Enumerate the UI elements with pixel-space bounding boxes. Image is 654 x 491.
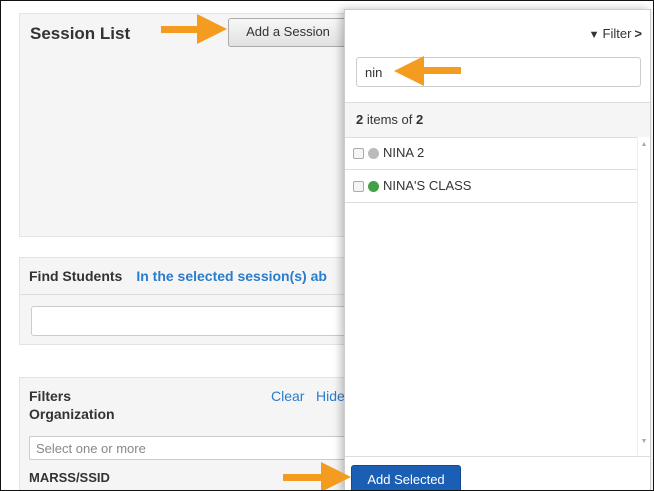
hide-filters-link[interactable]: Hide	[316, 388, 345, 404]
funnel-icon: ▼	[588, 29, 600, 41]
organization-select[interactable]: Select one or more	[29, 436, 347, 460]
list-item-label: NINA 2	[383, 145, 425, 160]
clear-filters-link[interactable]: Clear	[271, 388, 304, 404]
list-item[interactable]: NINA'S CLASS	[345, 170, 638, 203]
chevron-right-icon: >	[634, 26, 642, 41]
marss-ssid-label: MARSS/SSID	[29, 470, 110, 485]
list-item-label: NINA'S CLASS	[383, 178, 472, 193]
find-students-label: Find Students	[29, 268, 123, 284]
left-content: Session List Add a Session Find Students…	[13, 9, 363, 490]
selected-sessions-link[interactable]: In the selected session(s) ab	[136, 268, 327, 284]
items-total-count: 2	[415, 112, 424, 127]
status-dot-icon	[368, 181, 379, 193]
items-count: 2 items of 2	[345, 102, 650, 138]
organization-label: Organization	[29, 406, 115, 422]
session-list-panel: Session List Add a Session	[19, 13, 363, 237]
arrow-annotation-icon	[283, 462, 351, 490]
arrow-annotation-icon	[161, 14, 227, 44]
find-students-input[interactable]	[31, 306, 363, 336]
screenshot-frame: Session List Add a Session Find Students…	[0, 0, 654, 491]
add-selected-button[interactable]: Add Selected	[351, 465, 461, 490]
results-scrollbar[interactable]: ▲ ▼	[637, 137, 650, 455]
list-item[interactable]: NINA 2	[345, 137, 638, 170]
status-dot-icon	[368, 148, 379, 160]
scroll-up-icon[interactable]: ▲	[638, 141, 650, 148]
filter-toggle[interactable]: ▼ Filter >	[589, 26, 642, 41]
scroll-down-icon[interactable]: ▼	[638, 438, 650, 445]
filter-label: Filter	[602, 26, 632, 41]
session-list-title: Session List	[30, 24, 131, 43]
arrow-annotation-icon	[394, 56, 461, 86]
filters-title: Filters	[29, 388, 72, 404]
add-session-button[interactable]: Add a Session	[228, 18, 348, 47]
find-students-panel: Find Students In the selected session(s) …	[19, 257, 363, 345]
items-count-middle: items of	[363, 112, 416, 127]
find-students-header: Find Students In the selected session(s) …	[20, 258, 362, 295]
session-results-list: NINA 2 NINA'S CLASS	[345, 137, 638, 455]
checkbox[interactable]	[353, 148, 364, 160]
popup-footer: Add Selected	[345, 456, 650, 490]
checkbox[interactable]	[353, 181, 364, 193]
